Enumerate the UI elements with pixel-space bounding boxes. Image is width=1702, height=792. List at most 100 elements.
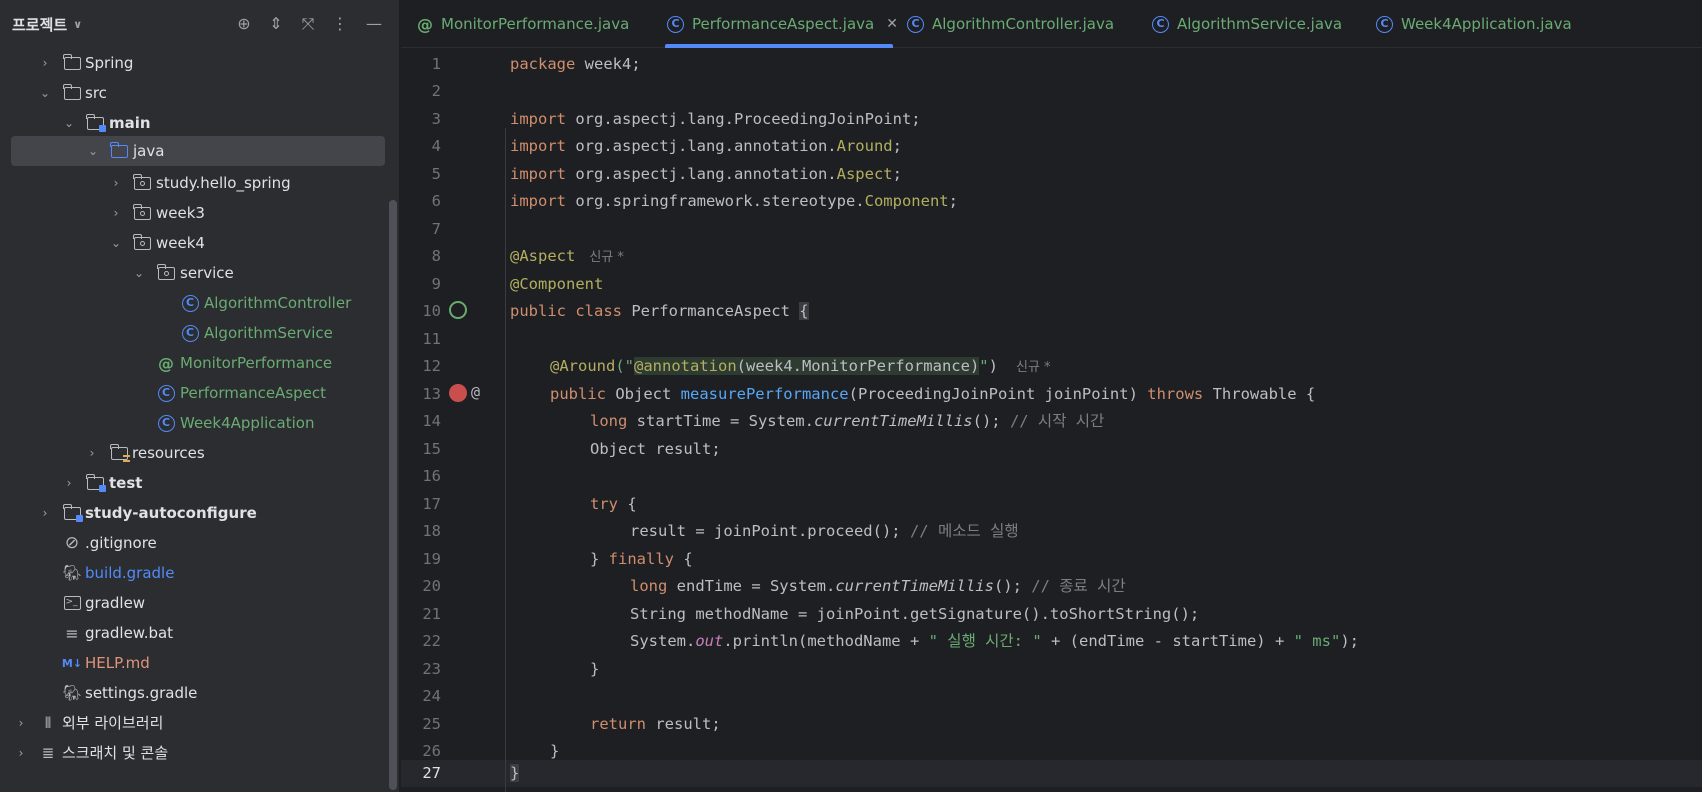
spring-bean-gutter-icon[interactable] (449, 301, 467, 319)
tab-algorithm-service[interactable]: C AlgorithmService.java (1152, 0, 1342, 48)
keyword: return (590, 715, 646, 733)
code-line: } (550, 738, 559, 765)
project-view-selector[interactable]: 프로젝트 ∨ (12, 14, 82, 35)
code-text: ); (1340, 632, 1359, 650)
scratches-icon: ≣ (41, 744, 55, 762)
annotation-gutter-icon[interactable]: @ (471, 381, 480, 403)
collapse-all-icon[interactable]: ⤧ (298, 14, 318, 34)
tree-item-scratches[interactable]: › ≣ 스크래치 및 콘솔 (0, 738, 392, 768)
tab-algorithm-controller[interactable]: C AlgorithmController.java (907, 0, 1114, 48)
tree-item-spring[interactable]: › Spring (0, 48, 392, 78)
code-text: (ProceedingJoinPoint joinPoint) (848, 385, 1148, 403)
chevron-down-icon[interactable]: ⌄ (109, 236, 123, 250)
tree-item-label: AlgorithmController (204, 294, 352, 312)
chevron-right-icon[interactable]: › (109, 176, 123, 190)
advice-gutter-icon[interactable] (449, 384, 467, 402)
tree-item-src[interactable]: ⌄ src (0, 78, 392, 108)
tree-item-gradlew[interactable]: >_ gradlew (0, 588, 392, 618)
class-icon: C (156, 383, 176, 403)
tree-item-test[interactable]: › test (0, 468, 392, 498)
close-icon[interactable]: ✕ (886, 16, 898, 32)
chevron-down-icon[interactable]: ⌄ (62, 116, 76, 130)
code-text: ; (892, 137, 902, 155)
chevron-down-icon[interactable]: ⌄ (132, 266, 146, 280)
tree-item-week4-application[interactable]: C Week4Application (0, 408, 392, 438)
tree-item-performance-aspect[interactable]: C PerformanceAspect (0, 378, 392, 408)
line-number: 9 (431, 275, 441, 293)
tree-item-resources[interactable]: › resources (0, 438, 392, 468)
minimize-icon[interactable]: — (364, 14, 384, 34)
line-number: 2 (431, 82, 441, 100)
chevron-right-icon[interactable]: › (14, 746, 28, 760)
code-text: endTime = System. (667, 577, 836, 595)
string: " ms" (1293, 632, 1341, 650)
code-text: { (618, 495, 637, 513)
annotation-name: Component (864, 192, 949, 210)
tree-item-gradlew-bat[interactable]: ≡ gradlew.bat (0, 618, 392, 648)
chevron-right-icon[interactable]: › (85, 446, 99, 460)
code-line: public Object measurePerformance(Proceed… (550, 381, 1315, 408)
source-root-icon (109, 141, 129, 161)
keyword: long (630, 577, 668, 595)
string: " (979, 357, 989, 375)
tab-week4-application[interactable]: C Week4Application.java (1376, 0, 1572, 48)
class-icon: C (1152, 15, 1169, 33)
tree-item-build-gradle[interactable]: 🐘︎ build.gradle (0, 558, 392, 588)
tab-label: PerformanceAspect.java (692, 15, 875, 33)
tree-item-label: study.hello_spring (156, 174, 291, 192)
tree-item-label: build.gradle (85, 564, 175, 582)
tree-item-study-hello-spring[interactable]: › study.hello_spring (0, 168, 392, 198)
code-editor[interactable]: 1 2 3 4 5 6 7 8 9 10 11 12 13 14 15 16 1… (401, 48, 1702, 792)
module-folder-icon (62, 503, 83, 523)
chevron-right-icon[interactable]: › (38, 506, 52, 520)
tree-item-settings-gradle[interactable]: 🐘︎ settings.gradle (0, 678, 392, 708)
tree-item-week3[interactable]: › week3 (0, 198, 392, 228)
tree-item-external-libraries[interactable]: › ⫴ 외부 라이브러리 (0, 708, 392, 738)
line-number: 20 (422, 577, 441, 595)
chevron-down-icon[interactable]: ⌄ (86, 144, 100, 158)
package-icon (156, 263, 176, 283)
options-menu-icon[interactable]: ⋮ (330, 14, 350, 34)
tree-item-gitignore[interactable]: ⊘ .gitignore (0, 528, 392, 558)
code-text: Object result; (590, 440, 721, 458)
chevron-down-icon[interactable]: ⌄ (38, 86, 52, 100)
code-line: result = joinPoint.proceed(); // 메소드 실행 (630, 518, 1019, 545)
chevron-right-icon[interactable]: › (62, 476, 76, 490)
code-text: (); (972, 412, 1010, 430)
code-text: ) (988, 357, 998, 375)
tab-monitor-performance[interactable]: @ MonitorPerformance.java (417, 0, 629, 48)
tree-item-main[interactable]: ⌄ main (0, 108, 392, 138)
tree-item-java[interactable]: ⌄ java (11, 136, 385, 166)
chevron-right-icon[interactable]: › (38, 56, 52, 70)
tree-item-study-autoconfigure[interactable]: › study-autoconfigure (0, 498, 392, 528)
locate-icon[interactable]: ⊕ (234, 14, 254, 34)
string: (" (615, 357, 634, 375)
tree-item-label: week3 (156, 204, 205, 222)
comment: // 메소드 실행 (909, 522, 1019, 540)
line-number: 16 (422, 467, 441, 485)
keyword: import (510, 192, 566, 210)
project-scrollbar[interactable] (389, 200, 397, 790)
tree-item-label: .gitignore (85, 534, 157, 552)
code-line: import org.springframework.stereotype.Co… (510, 188, 958, 215)
source-folder-icon (85, 113, 106, 133)
tree-item-monitor-performance[interactable]: @ MonitorPerformance (0, 348, 392, 378)
chevron-right-icon[interactable]: › (109, 206, 123, 220)
code-text: } (590, 660, 600, 678)
tab-performance-aspect[interactable]: C PerformanceAspect.java ✕ (667, 0, 898, 48)
code-line: @Component (510, 271, 603, 298)
tree-item-algorithm-controller[interactable]: C AlgorithmController (0, 288, 392, 318)
tree-item-algorithm-service[interactable]: C AlgorithmService (0, 318, 392, 348)
tree-item-help-md[interactable]: M↓ HELP.md (0, 648, 392, 678)
tree-item-label: MonitorPerformance (180, 354, 333, 372)
tree-item-service[interactable]: ⌄ service (0, 258, 392, 288)
code-text: result; (646, 715, 721, 733)
string: " 실행 시간: " (928, 632, 1042, 650)
chevron-right-icon[interactable]: › (14, 716, 28, 730)
keyword: import (510, 137, 566, 155)
tree-item-week4[interactable]: ⌄ week4 (0, 228, 392, 258)
project-panel: 프로젝트 ∨ ⊕ ⇕ ⤧ ⋮ — › Spring ⌄ src ⌄ main ⌄ (0, 0, 400, 792)
code-text: } (550, 742, 560, 760)
expand-all-icon[interactable]: ⇕ (266, 14, 286, 34)
keyword: import (510, 165, 566, 183)
